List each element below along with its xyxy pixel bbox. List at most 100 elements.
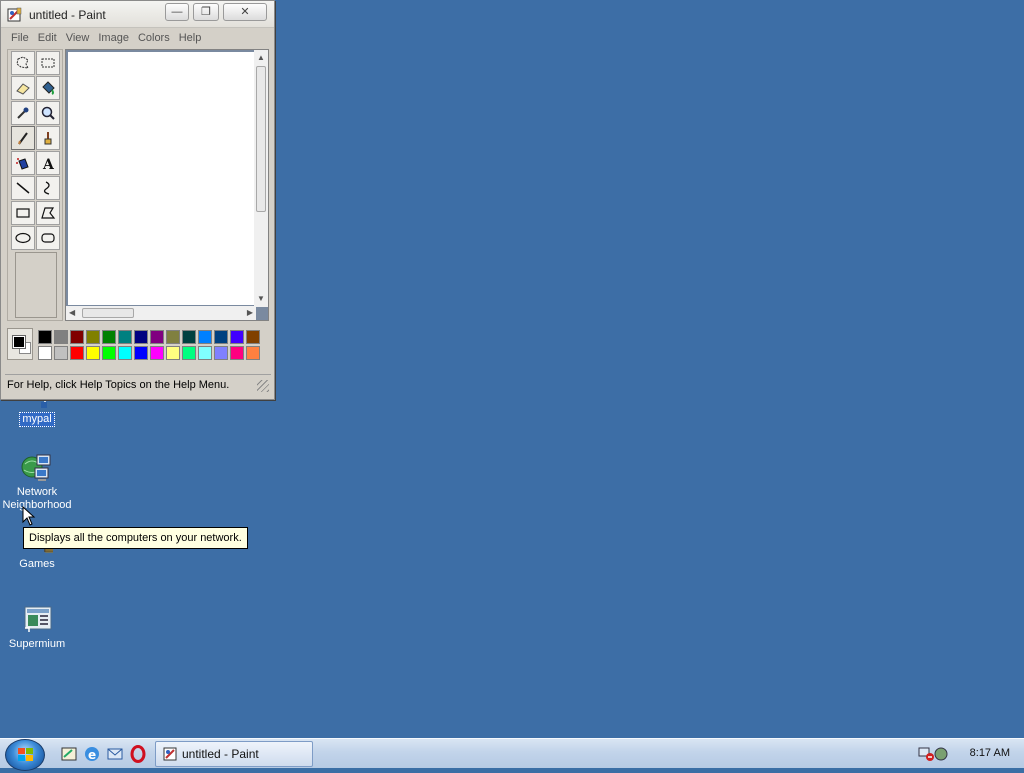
drawing-canvas[interactable]	[68, 52, 256, 305]
free-form-select-tool[interactable]	[11, 51, 35, 75]
line-tool[interactable]	[11, 176, 35, 200]
tool-options-box[interactable]	[15, 252, 57, 318]
menu-file[interactable]: File	[11, 30, 29, 46]
pick-color-tool[interactable]	[11, 101, 35, 125]
horizontal-scroll-thumb[interactable]	[82, 308, 134, 318]
clock[interactable]: 8:17 AM	[970, 747, 1010, 759]
color-swatch[interactable]	[150, 346, 164, 360]
free-form-select-icon	[16, 56, 29, 69]
color-swatch[interactable]	[166, 330, 180, 344]
polygon-tool[interactable]	[36, 201, 60, 225]
select-icon	[41, 58, 55, 68]
brush-tool[interactable]	[36, 126, 60, 150]
resize-grip-icon[interactable]	[257, 380, 269, 392]
color-swatch[interactable]	[54, 330, 68, 344]
title-bar[interactable]: untitled - Paint — ❐ ✕	[1, 1, 274, 28]
menu-colors[interactable]: Colors	[138, 30, 170, 46]
color-swatch[interactable]	[38, 346, 52, 360]
color-swatch[interactable]	[38, 330, 52, 344]
color-swatch[interactable]	[214, 346, 228, 360]
vertical-scrollbar[interactable]: ▲ ▼	[254, 50, 268, 307]
start-button[interactable]	[5, 739, 45, 771]
eraser-icon	[16, 83, 30, 95]
minimize-button[interactable]: —	[165, 3, 189, 21]
color-picker-icon	[17, 107, 29, 119]
menu-image[interactable]: Image	[98, 30, 129, 46]
text-tool[interactable]: A	[36, 151, 60, 175]
magnifier-tool[interactable]	[36, 101, 60, 125]
show-desktop-icon[interactable]	[60, 745, 78, 763]
svg-text:e: e	[88, 748, 96, 762]
color-swatch[interactable]	[134, 330, 148, 344]
rectangle-tool[interactable]	[11, 201, 35, 225]
taskbar: e untitled - Paint 8:17 AM	[0, 738, 1024, 771]
desktop-icon-network-neighborhood[interactable]: Network Neighborhood	[0, 452, 74, 512]
eraser-tool[interactable]	[11, 76, 35, 100]
color-swatch[interactable]	[134, 346, 148, 360]
rounded-rectangle-tool[interactable]	[36, 226, 60, 250]
color-swatch[interactable]	[198, 346, 212, 360]
scroll-left-icon[interactable]: ◀	[69, 308, 75, 318]
ellipse-tool[interactable]	[11, 226, 35, 250]
foreground-color	[12, 335, 26, 349]
opera-icon[interactable]	[129, 745, 147, 763]
color-swatch[interactable]	[86, 330, 100, 344]
horizontal-scrollbar[interactable]: ◀ ▶	[66, 306, 256, 320]
outlook-express-icon[interactable]	[106, 745, 124, 763]
close-button[interactable]: ✕	[223, 3, 267, 21]
color-swatch[interactable]	[102, 330, 116, 344]
color-swatch[interactable]	[150, 330, 164, 344]
line-icon	[16, 182, 30, 194]
color-swatch[interactable]	[246, 346, 260, 360]
toolbox: A	[7, 49, 63, 321]
color-swatch[interactable]	[70, 330, 84, 344]
vertical-scroll-thumb[interactable]	[256, 66, 266, 212]
color-swatch[interactable]	[182, 330, 196, 344]
menu-help[interactable]: Help	[179, 30, 202, 46]
volume-icon[interactable]	[932, 745, 950, 763]
current-colors[interactable]	[7, 328, 33, 360]
desktop[interactable]: mypal Network Neighborhood Games Supermi…	[0, 0, 1024, 738]
paint-app-icon	[7, 7, 22, 22]
color-swatch[interactable]	[70, 346, 84, 360]
color-swatch[interactable]	[230, 330, 244, 344]
desktop-icon-supermium[interactable]: Supermium	[0, 604, 74, 651]
supermium-icon	[21, 604, 53, 636]
desktop-icon-mypal[interactable]: mypal	[0, 398, 74, 427]
internet-explorer-icon[interactable]: e	[83, 745, 101, 763]
taskbar-button-label: untitled - Paint	[182, 747, 259, 761]
scroll-down-icon[interactable]: ▼	[257, 294, 265, 304]
curve-tool[interactable]	[36, 176, 60, 200]
color-swatch[interactable]	[246, 330, 260, 344]
system-tray: 8:17 AM	[918, 739, 1024, 769]
color-swatch[interactable]	[198, 330, 212, 344]
color-swatch[interactable]	[102, 346, 116, 360]
menu-view[interactable]: View	[66, 30, 90, 46]
select-tool[interactable]	[36, 51, 60, 75]
color-swatch[interactable]	[118, 330, 132, 344]
maximize-button[interactable]: ❐	[193, 3, 219, 21]
airbrush-tool[interactable]	[11, 151, 35, 175]
color-swatch[interactable]	[118, 346, 132, 360]
color-swatch[interactable]	[230, 346, 244, 360]
scroll-right-icon[interactable]: ▶	[247, 308, 253, 318]
paint-window[interactable]: untitled - Paint — ❐ ✕ File Edit View Image…	[0, 0, 275, 400]
color-swatch[interactable]	[54, 346, 68, 360]
pencil-tool[interactable]	[11, 126, 35, 150]
airbrush-icon	[16, 158, 29, 170]
color-swatch[interactable]	[86, 346, 100, 360]
svg-text:A: A	[42, 157, 55, 171]
color-swatch[interactable]	[166, 346, 180, 360]
scroll-up-icon[interactable]: ▲	[257, 53, 265, 63]
menu-bar: File Edit View Image Colors Help	[5, 30, 204, 48]
taskbar-button-paint[interactable]: untitled - Paint	[155, 741, 313, 767]
mouse-cursor-icon	[22, 506, 36, 526]
fill-tool[interactable]	[36, 76, 60, 100]
color-swatch[interactable]	[214, 330, 228, 344]
polygon-icon	[41, 207, 56, 219]
curve-icon	[43, 181, 50, 195]
menu-edit[interactable]: Edit	[38, 30, 57, 46]
window-title: untitled - Paint	[29, 8, 106, 22]
desktop-icon-label: Network Neighborhood	[2, 486, 72, 511]
color-swatch[interactable]	[182, 346, 196, 360]
